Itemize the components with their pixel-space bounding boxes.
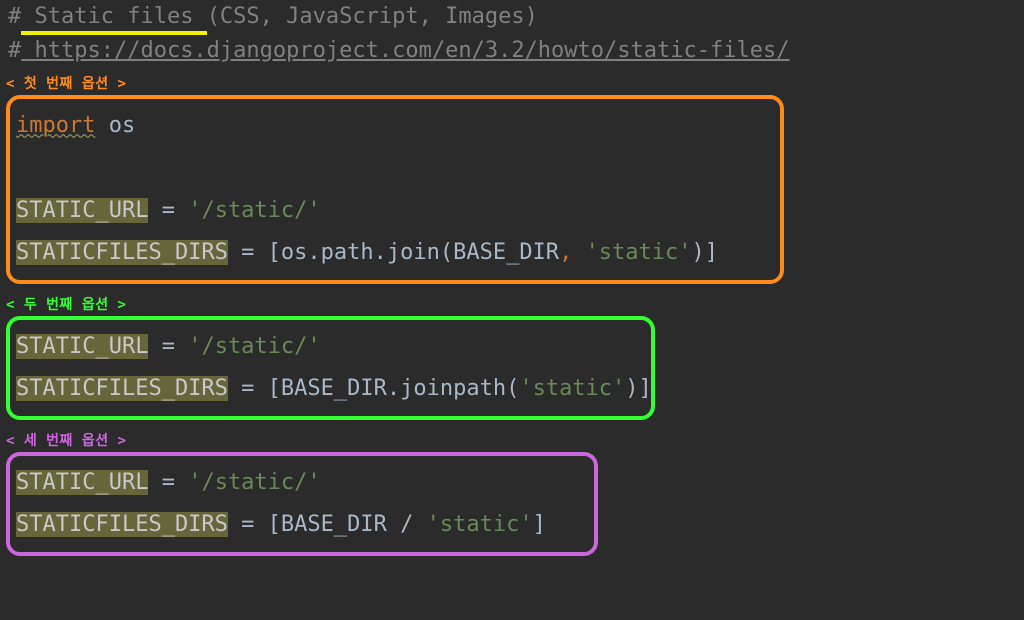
string-literal: 'static' bbox=[427, 512, 533, 537]
code-text: )] bbox=[692, 240, 719, 265]
option2-box: STATIC_URL = '/static/' STATICFILES_DIRS… bbox=[6, 316, 655, 420]
var-static-url: STATIC_URL bbox=[16, 198, 148, 223]
string-literal: 'static' bbox=[586, 240, 692, 265]
code-line: import os bbox=[16, 105, 774, 147]
var-static-url: STATIC_URL bbox=[16, 470, 148, 495]
comment-hash: # bbox=[8, 38, 21, 63]
code-text: ] bbox=[533, 512, 546, 537]
comment-rest: (CSS, JavaScript, Images) bbox=[207, 4, 538, 29]
comma: , bbox=[559, 240, 586, 265]
option1-box: import os STATIC_URL = '/static/' STATIC… bbox=[6, 95, 784, 283]
comment-line-1: # Static files (CSS, JavaScript, Images) bbox=[0, 0, 1024, 34]
code-line: STATICFILES_DIRS = [os.path.join(BASE_DI… bbox=[16, 232, 774, 274]
code-text: )] bbox=[625, 376, 652, 401]
code-line: STATICFILES_DIRS = [BASE_DIR / 'static'] bbox=[16, 504, 588, 546]
var-staticfiles-dirs: STATICFILES_DIRS bbox=[16, 512, 228, 537]
code-text: = [BASE_DIR / bbox=[228, 512, 427, 537]
string-literal: '/static/' bbox=[188, 470, 320, 495]
comment-highlight: Static files bbox=[21, 4, 206, 35]
code-line: STATICFILES_DIRS = [BASE_DIR.joinpath('s… bbox=[16, 368, 645, 410]
comment-url: https://docs.djangoproject.com/en/3.2/ho… bbox=[21, 38, 789, 63]
var-staticfiles-dirs: STATICFILES_DIRS bbox=[16, 376, 228, 401]
code-line: STATIC_URL = '/static/' bbox=[16, 190, 774, 232]
comment-hash: # bbox=[8, 4, 21, 29]
code-text: = bbox=[148, 470, 188, 495]
code-text: = [os.path.join(BASE_DIR bbox=[228, 240, 559, 265]
code-line: STATIC_URL = '/static/' bbox=[16, 462, 588, 504]
comment-line-2: # https://docs.djangoproject.com/en/3.2/… bbox=[0, 34, 1024, 68]
code-text: = bbox=[148, 198, 188, 223]
string-literal: '/static/' bbox=[188, 334, 320, 359]
option2-label: < 두 번째 옵션 > bbox=[0, 288, 1024, 316]
code-text: = bbox=[148, 334, 188, 359]
string-literal: '/static/' bbox=[188, 198, 320, 223]
option3-label: < 세 번째 옵션 > bbox=[0, 424, 1024, 452]
module-name: os bbox=[95, 113, 135, 138]
code-line-blank bbox=[16, 147, 774, 189]
var-staticfiles-dirs: STATICFILES_DIRS bbox=[16, 240, 228, 265]
keyword-import: import bbox=[16, 113, 95, 138]
code-line: STATIC_URL = '/static/' bbox=[16, 326, 645, 368]
var-static-url: STATIC_URL bbox=[16, 334, 148, 359]
code-text: = [BASE_DIR.joinpath( bbox=[228, 376, 519, 401]
option3-box: STATIC_URL = '/static/' STATICFILES_DIRS… bbox=[6, 452, 598, 556]
option1-label: < 첫 번째 옵션 > bbox=[0, 67, 1024, 95]
string-literal: 'static' bbox=[519, 376, 625, 401]
